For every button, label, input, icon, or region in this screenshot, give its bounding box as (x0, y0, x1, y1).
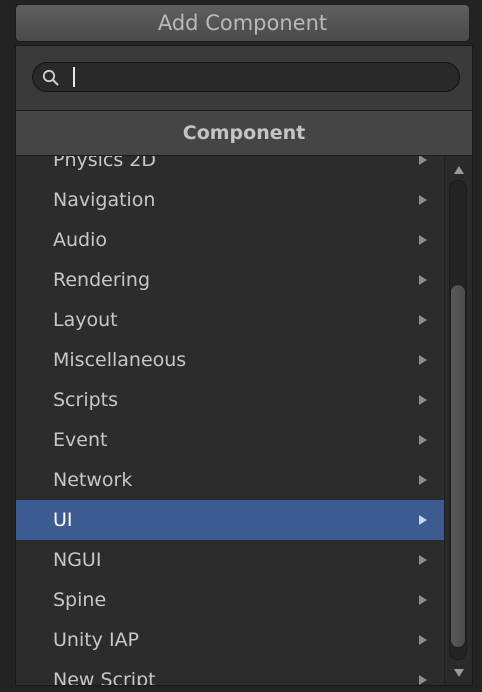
component-header: Component (16, 111, 472, 156)
inspector-panel: Add Component Component Physics 2D Navig… (0, 0, 482, 692)
list-item-navigation[interactable]: Navigation (16, 180, 444, 220)
submenu-arrow-icon (419, 435, 427, 445)
submenu-arrow-icon (419, 355, 427, 365)
scroll-down-arrow-icon[interactable] (454, 669, 464, 677)
component-list: Physics 2D Navigation Audio Rendering La… (16, 156, 444, 685)
submenu-arrow-icon (419, 555, 427, 565)
submenu-arrow-icon (419, 635, 427, 645)
list-item-network[interactable]: Network (16, 460, 444, 500)
list-item-label: Navigation (53, 189, 156, 211)
list-item-label: Layout (53, 309, 118, 331)
search-bar (16, 46, 472, 111)
list-item-new-script[interactable]: New Script (16, 660, 444, 685)
vertical-scrollbar[interactable] (444, 156, 472, 685)
list-item-unity-iap[interactable]: Unity IAP (16, 620, 444, 660)
list-item-physics-2d[interactable]: Physics 2D (16, 156, 444, 180)
list-item-miscellaneous[interactable]: Miscellaneous (16, 340, 444, 380)
list-item-label: Spine (53, 589, 107, 611)
submenu-arrow-icon (419, 395, 427, 405)
list-item-layout[interactable]: Layout (16, 300, 444, 340)
list-item-label: UI (53, 509, 73, 531)
list-item-label: Rendering (53, 269, 151, 291)
list-item-scripts[interactable]: Scripts (16, 380, 444, 420)
search-icon (41, 68, 61, 88)
list-item-label: Network (53, 469, 133, 491)
list-item-rendering[interactable]: Rendering (16, 260, 444, 300)
scroll-up-arrow-icon[interactable] (454, 166, 464, 174)
list-item-label: Scripts (53, 389, 119, 411)
text-caret (73, 67, 75, 87)
list-item-ngui[interactable]: NGUI (16, 540, 444, 580)
submenu-arrow-icon (419, 515, 427, 525)
list-item-label: Unity IAP (53, 629, 140, 651)
submenu-arrow-icon (419, 315, 427, 325)
submenu-arrow-icon (419, 275, 427, 285)
search-field[interactable] (32, 62, 460, 92)
submenu-arrow-icon (419, 156, 427, 165)
list-item-label: Audio (53, 229, 108, 251)
submenu-arrow-icon (419, 595, 427, 605)
list-item-ui[interactable]: UI (16, 500, 444, 540)
list-item-label: Miscellaneous (53, 349, 187, 371)
list-item-event[interactable]: Event (16, 420, 444, 460)
list-item-label: Physics 2D (53, 156, 157, 171)
add-component-button[interactable]: Add Component (15, 4, 470, 42)
list-item-label: NGUI (53, 549, 102, 571)
submenu-arrow-icon (419, 235, 427, 245)
submenu-arrow-icon (419, 195, 427, 205)
list-item-label: New Script (53, 669, 156, 685)
list-item-spine[interactable]: Spine (16, 580, 444, 620)
scroll-thumb[interactable] (450, 284, 466, 648)
add-component-popup: Component Physics 2D Navigation Audio Re… (15, 45, 473, 686)
submenu-arrow-icon (419, 475, 427, 485)
list-item-audio[interactable]: Audio (16, 220, 444, 260)
list-item-label: Event (53, 429, 108, 451)
submenu-arrow-icon (419, 675, 427, 685)
search-input[interactable] (67, 66, 451, 90)
